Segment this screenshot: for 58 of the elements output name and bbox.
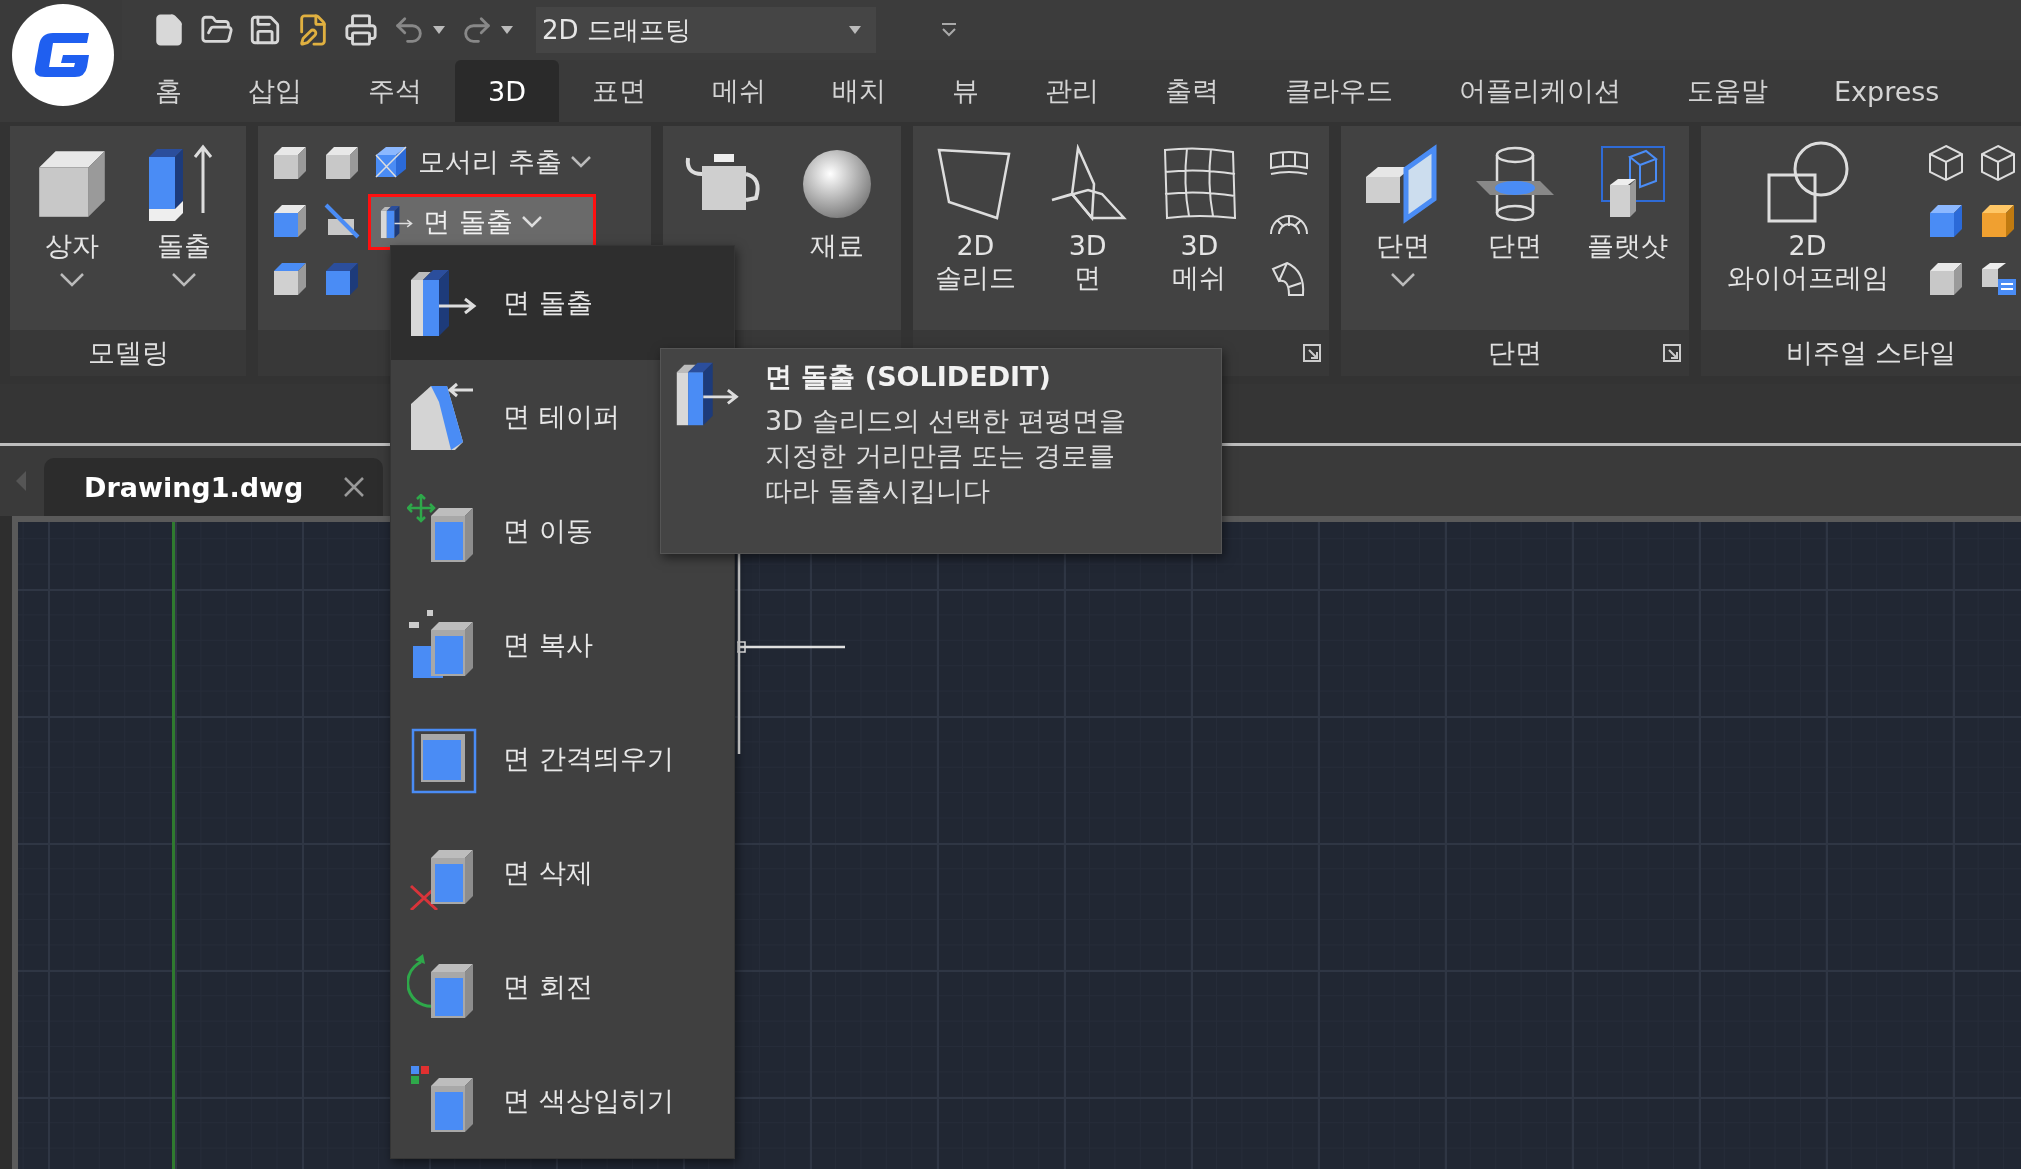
ribbon-tool-button[interactable]: 3D 메쉬 bbox=[1151, 134, 1248, 299]
ribbon-tool-button[interactable]: 재료 bbox=[792, 134, 882, 267]
face-extrude-split-button[interactable]: 면 돌출 bbox=[368, 194, 596, 250]
ribbon-tab[interactable]: 도움말 bbox=[1653, 60, 1801, 122]
ribbon-tab[interactable]: 주석 bbox=[335, 60, 455, 122]
panel-title: 모델링 bbox=[87, 336, 169, 370]
ribbon-tab[interactable]: 관리 bbox=[1011, 60, 1132, 122]
chevron-down-icon[interactable] bbox=[59, 272, 85, 289]
chevron-down-icon bbox=[569, 155, 592, 169]
ribbon-icon-button[interactable] bbox=[1269, 148, 1310, 178]
chevron-down-icon[interactable] bbox=[171, 272, 197, 289]
ribbon-tab[interactable]: 삽입 bbox=[215, 60, 335, 122]
ribbon-tab[interactable]: 3D bbox=[455, 60, 559, 122]
ribbon-tab[interactable]: 홈 bbox=[122, 60, 215, 122]
ribbon-tab[interactable]: 출력 bbox=[1131, 60, 1252, 122]
caret-icon[interactable] bbox=[500, 25, 514, 35]
ribbon-tab[interactable]: Express bbox=[1800, 60, 1973, 122]
ribbon-tool-button[interactable]: 2D 와이어프레임 bbox=[1718, 134, 1897, 299]
caret-icon bbox=[848, 25, 862, 35]
material-sphere-icon bbox=[800, 147, 874, 221]
menu-item[interactable]: 면 간격띄우기 bbox=[391, 702, 734, 816]
ribbon-tab[interactable]: 클라우드 bbox=[1251, 60, 1426, 122]
document-tab[interactable]: Drawing1.dwg bbox=[44, 458, 384, 516]
chevron-down-icon bbox=[520, 215, 543, 229]
chevron-down-icon[interactable] bbox=[1390, 272, 1416, 289]
ribbon-tab[interactable]: 어플리케이션 bbox=[1425, 60, 1654, 122]
caret-icon[interactable] bbox=[432, 25, 446, 35]
tooltip-title: 면 돌출 (SOLIDEDIT) bbox=[765, 360, 1052, 394]
ribbon-tab[interactable]: 뷰 bbox=[918, 60, 1012, 122]
ribbon-tool-button[interactable]: 3D 면 bbox=[1039, 134, 1136, 299]
workspace-dropdown[interactable]: 2D 드래프팅 bbox=[536, 7, 876, 53]
menu-item[interactable]: 면 복사 bbox=[391, 588, 734, 702]
save-icon[interactable] bbox=[248, 13, 282, 47]
ribbon-tab[interactable]: 배치 bbox=[798, 60, 919, 122]
menu-item[interactable]: 면 돌출 bbox=[391, 246, 734, 360]
menu-item[interactable]: 면 삭제 bbox=[391, 816, 734, 930]
ribbon-tab[interactable]: 메쉬 bbox=[678, 60, 799, 122]
ribbon-tab[interactable]: 표면 bbox=[558, 60, 679, 122]
ribbon-tool-button[interactable]: 돌출 bbox=[135, 134, 233, 293]
panel-launcher-icon[interactable] bbox=[1663, 344, 1681, 362]
panel-launcher-icon[interactable] bbox=[1303, 344, 1321, 362]
ribbon-tool-button[interactable]: 상자 bbox=[23, 134, 121, 293]
panel-title: 단면 bbox=[1488, 336, 1542, 370]
panel-title: 비주얼 스타일 bbox=[1785, 336, 1957, 370]
slice-icon bbox=[322, 201, 362, 241]
ribbon-tool-button[interactable]: 단면 bbox=[1354, 134, 1452, 293]
ribbon-tool-button[interactable]: 단면 bbox=[1466, 134, 1564, 267]
print-icon[interactable] bbox=[344, 13, 378, 47]
mesh-surface-icon bbox=[1269, 148, 1310, 178]
ribbon-tool-button[interactable]: 2D 솔리드 bbox=[926, 134, 1024, 299]
close-icon[interactable] bbox=[343, 476, 366, 498]
ribbon-tool-button[interactable]: 플랫샷 bbox=[1578, 134, 1676, 267]
tooltip-description: 3D 솔리드의 선택한 편평면을 지정한 거리만큼 또는 경로를 따라 돌출시킵니다 bbox=[765, 404, 1126, 509]
ribbon-icon-button[interactable] bbox=[322, 201, 362, 241]
extract-edges-button[interactable]: 모서리 추출 bbox=[368, 136, 596, 188]
face-extrude-icon bbox=[379, 204, 415, 240]
menu-item[interactable]: 면 회전 bbox=[391, 930, 734, 1044]
menu-item[interactable]: 면 색상입히기 bbox=[391, 1044, 734, 1158]
